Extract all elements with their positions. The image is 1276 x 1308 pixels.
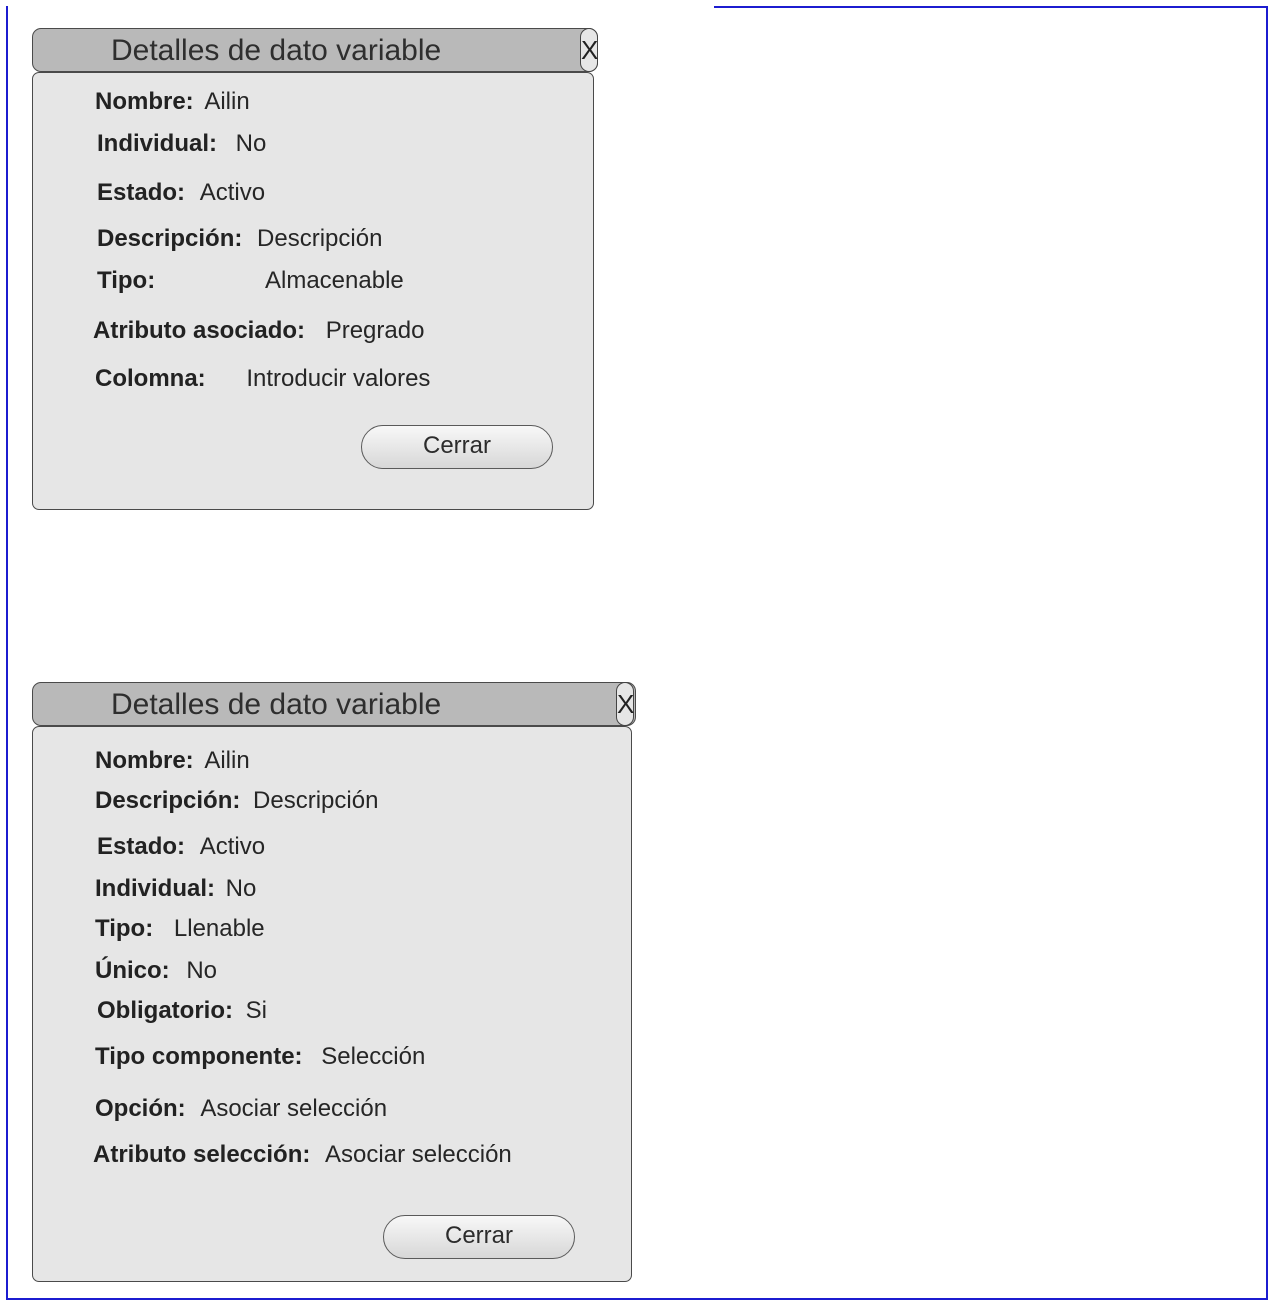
field-opcion: Opción: Asociar selección bbox=[95, 1095, 387, 1123]
field-value: Descripción bbox=[257, 225, 383, 252]
field-nombre: Nombre: Ailin bbox=[95, 747, 250, 775]
field-value: Si bbox=[245, 997, 267, 1024]
field-label: Atributo asociado: bbox=[93, 317, 306, 344]
field-individual: Individual: No bbox=[97, 130, 266, 158]
field-label: Descripción: bbox=[95, 787, 241, 814]
field-label: Opción: bbox=[95, 1095, 186, 1122]
field-value: Ailin bbox=[204, 747, 250, 774]
close-icon[interactable]: X bbox=[616, 682, 634, 726]
details-dialog-1: Detalles de dato variable X Nombre: Aili… bbox=[32, 28, 598, 510]
field-value: No bbox=[225, 875, 257, 902]
dialog-title: Detalles de dato variable bbox=[111, 34, 442, 67]
field-label: Individual: bbox=[95, 875, 215, 902]
field-obligatorio: Obligatorio: Si bbox=[97, 997, 267, 1025]
field-estado: Estado: Activo bbox=[97, 833, 265, 861]
field-label: Único: bbox=[95, 957, 170, 984]
field-label: Descripción: bbox=[97, 225, 243, 252]
dialog-body: Nombre: Ailin Descripción: Descripción E… bbox=[32, 726, 632, 1282]
field-value: Asociar selección bbox=[200, 1095, 388, 1122]
field-descripcion: Descripción: Descripción bbox=[95, 787, 378, 815]
field-unico: Único: No bbox=[95, 957, 217, 985]
field-colomna: Colomna: Introducir valores bbox=[95, 365, 430, 393]
dialog-body: Nombre: Ailin Individual: No Estado: Act… bbox=[32, 72, 594, 510]
field-tipo-componente: Tipo componente: Selección bbox=[95, 1043, 425, 1071]
field-nombre: Nombre: Ailin bbox=[95, 88, 250, 116]
field-atributo-seleccion: Atributo selección: Asociar selección bbox=[93, 1141, 512, 1169]
close-button[interactable]: Cerrar bbox=[383, 1215, 575, 1259]
field-atributo-asociado: Atributo asociado: Pregrado bbox=[93, 317, 424, 345]
page-frame-top bbox=[714, 6, 1268, 8]
close-icon[interactable]: X bbox=[580, 28, 598, 72]
field-label: Individual: bbox=[97, 130, 217, 157]
field-label: Obligatorio: bbox=[97, 997, 233, 1024]
details-dialog-2: Detalles de dato variable X Nombre: Aili… bbox=[32, 682, 636, 1284]
field-label: Colomna: bbox=[95, 365, 206, 392]
field-value: Llenable bbox=[173, 915, 265, 942]
field-tipo: Tipo: Llenable bbox=[95, 915, 265, 943]
field-individual: Individual: No bbox=[95, 875, 256, 903]
field-label: Atributo selección: bbox=[93, 1141, 311, 1168]
dialog-title-bar: Detalles de dato variable bbox=[32, 28, 598, 72]
field-value: No bbox=[235, 130, 267, 157]
field-tipo: Tipo: Almacenable bbox=[97, 267, 404, 295]
field-label: Nombre: bbox=[95, 88, 194, 115]
field-value: Almacenable bbox=[265, 267, 404, 294]
field-value: Pregrado bbox=[325, 317, 425, 344]
field-value: No bbox=[186, 957, 218, 984]
field-value: Introducir valores bbox=[246, 365, 431, 392]
field-value: Activo bbox=[199, 179, 266, 206]
field-label: Tipo componente: bbox=[95, 1043, 303, 1070]
field-label: Estado: bbox=[97, 833, 186, 860]
field-estado: Estado: Activo bbox=[97, 179, 265, 207]
field-label: Tipo: bbox=[97, 267, 156, 294]
dialog-title-bar: Detalles de dato variable bbox=[32, 682, 636, 726]
field-label: Estado: bbox=[97, 179, 186, 206]
field-value: Activo bbox=[199, 833, 266, 860]
field-label: Nombre: bbox=[95, 747, 194, 774]
field-label: Tipo: bbox=[95, 915, 154, 942]
field-value: Descripción bbox=[253, 787, 379, 814]
dialog-title: Detalles de dato variable bbox=[111, 688, 442, 721]
field-value: Asociar selección bbox=[325, 1141, 512, 1168]
field-descripcion: Descripción: Descripción bbox=[97, 225, 382, 253]
field-value: Ailin bbox=[204, 88, 250, 115]
close-button[interactable]: Cerrar bbox=[361, 425, 553, 469]
field-value: Selección bbox=[321, 1043, 426, 1070]
